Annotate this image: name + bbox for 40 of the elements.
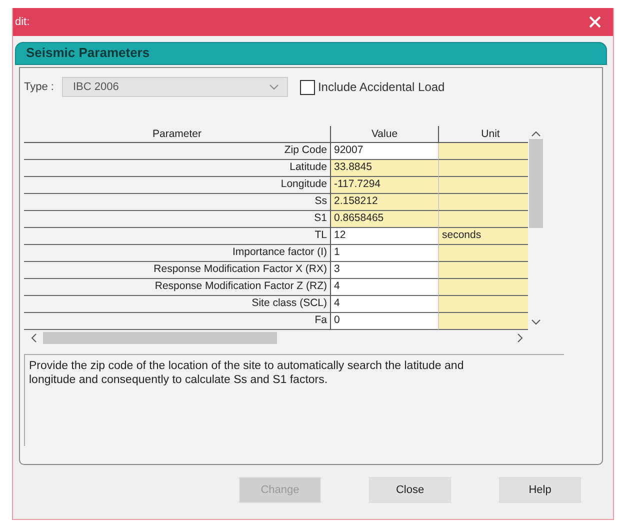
window-title: dit: xyxy=(15,16,30,28)
checkbox-label: Include Accidental Load xyxy=(318,80,445,94)
parameter-header[interactable]: Parameter xyxy=(24,126,330,143)
scroll-down-icon[interactable] xyxy=(531,319,542,326)
scroll-up-icon[interactable] xyxy=(531,130,542,137)
table-cell[interactable]: 3 xyxy=(330,262,438,279)
table-cell: Ss xyxy=(24,194,330,211)
table-cell: Latitude xyxy=(24,160,330,177)
table-cell: Response Modification Factor X (RX) xyxy=(24,262,330,279)
table-cell: Response Modification Factor Z (RZ) xyxy=(24,279,330,296)
type-label: Type : xyxy=(24,81,54,93)
table-cell[interactable]: 4 xyxy=(330,296,438,313)
table-cell: Site class (SCL) xyxy=(24,296,330,313)
scroll-left-icon[interactable] xyxy=(30,333,37,343)
dialog-button[interactable]: Close xyxy=(369,477,451,503)
table-cell[interactable]: 12 xyxy=(330,228,438,245)
table-cell[interactable]: 4 xyxy=(330,279,438,296)
table-cell[interactable]: 33.8845 xyxy=(330,160,438,177)
table-cell[interactable]: 2.158212 xyxy=(330,194,438,211)
panel-header: Seismic Parameters xyxy=(15,42,607,65)
table-cell: Fa xyxy=(24,313,330,330)
dialog-button[interactable]: Help xyxy=(499,477,581,503)
table-cell[interactable]: -117.7294 xyxy=(330,177,438,194)
table-cell: Zip Code xyxy=(24,143,330,160)
table-cell[interactable]: 92007 xyxy=(330,143,438,160)
table-cell: Longitude xyxy=(24,177,330,194)
caret-icon xyxy=(268,84,279,90)
scroll-thumb[interactable] xyxy=(43,332,277,344)
description-text: Provide the zip code of the location of the site to automatically search the latitude and longitude and consequently to calculate Ss and S1 factors. xyxy=(29,359,465,387)
table-cell[interactable]: 0 xyxy=(330,313,438,330)
checkbox[interactable] xyxy=(300,80,315,94)
table-cell[interactable]: 1 xyxy=(330,245,438,262)
close-icon[interactable] xyxy=(589,16,601,28)
table-cell: Importance factor (I) xyxy=(24,245,330,262)
table-cell: S1 xyxy=(24,211,330,228)
scroll-thumb[interactable] xyxy=(529,139,544,228)
table-cell: seconds xyxy=(438,228,528,245)
table-cell: TL xyxy=(24,228,330,245)
scroll-right-icon[interactable] xyxy=(517,333,524,343)
table-cell[interactable]: 0.8658465 xyxy=(330,211,438,228)
